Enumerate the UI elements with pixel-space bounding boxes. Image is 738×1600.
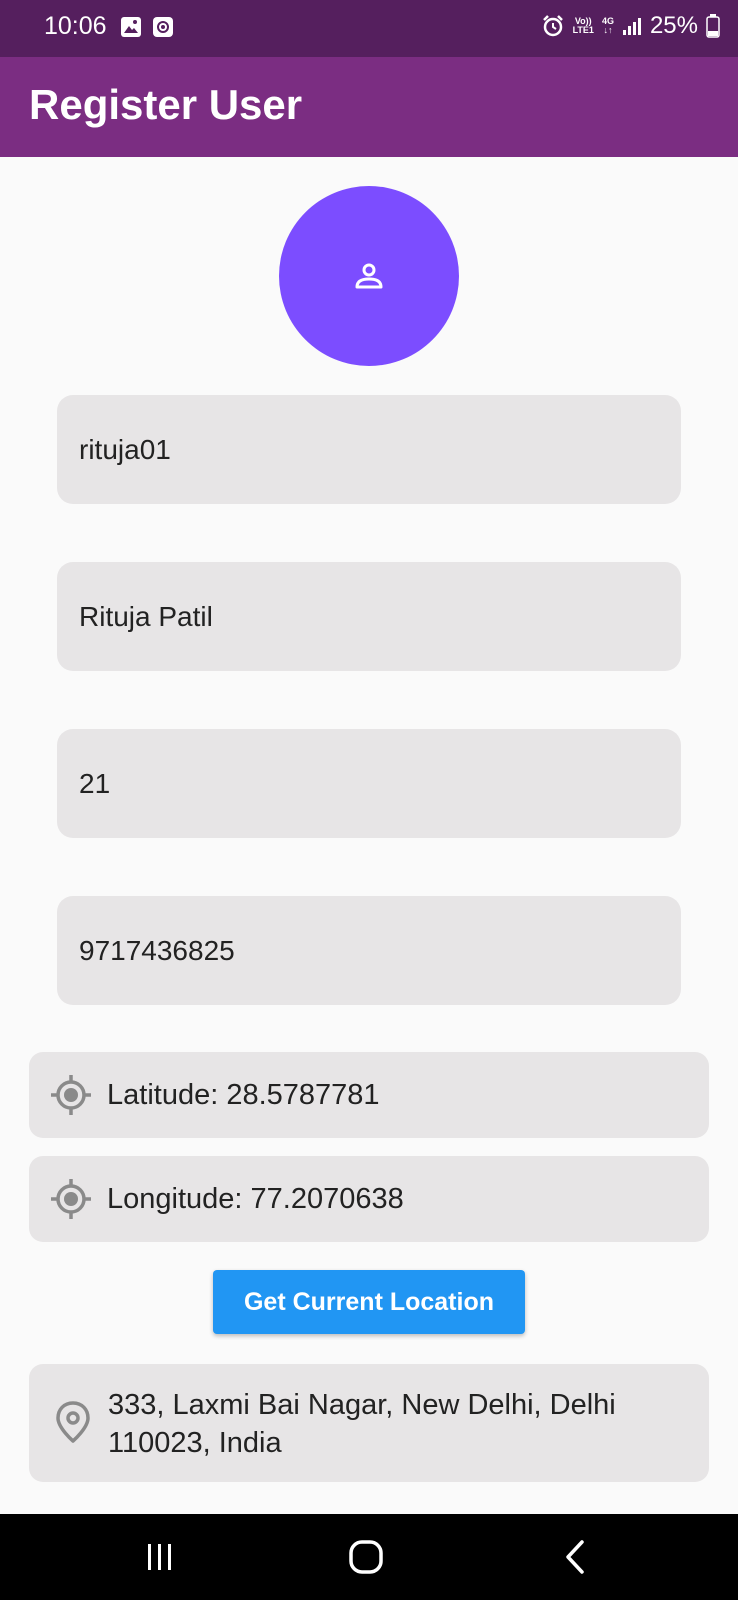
volte-icon: Vo)) LTE1 [573, 17, 594, 35]
get-current-location-button[interactable]: Get Current Location [213, 1270, 525, 1334]
signal-icon [622, 18, 641, 35]
longitude-text: Longitude: 77.2070638 [107, 1182, 404, 1215]
battery-percent: 25% [649, 12, 698, 39]
home-icon [349, 1540, 383, 1574]
status-bar: 10:06 Vo)) LTE1 4G ↓↑ 25% [0, 0, 738, 57]
phone-value: 9717436825 [79, 934, 235, 966]
location-pin-icon [56, 1401, 90, 1443]
4g-data-icon: 4G ↓↑ [602, 17, 614, 35]
latitude-card: Latitude: 28.5787781 [29, 1052, 709, 1138]
latitude-text: Latitude: 28.5787781 [107, 1078, 380, 1111]
gps-fixed-icon [51, 1075, 91, 1115]
recent-apps-button[interactable] [130, 1534, 190, 1580]
volte-bottom-text: LTE1 [572, 25, 594, 35]
address-text: 333, Laxmi Bai Nagar, New Delhi, Delhi 1… [108, 1389, 616, 1459]
get-current-location-label: Get Current Location [243, 1287, 494, 1316]
gps-fixed-icon [51, 1179, 91, 1219]
recent-apps-icon [148, 1544, 171, 1570]
system-nav-bar [0, 1514, 738, 1600]
phone-field[interactable]: 9717436825 [57, 896, 681, 1005]
status-time: 10:06 [44, 12, 107, 40]
status-notification-icons [120, 16, 174, 38]
back-icon [566, 1540, 584, 1574]
address-card: 333, Laxmi Bai Nagar, New Delhi, Delhi 1… [29, 1364, 709, 1482]
full-name-value: Rituja Patil [79, 600, 213, 632]
person-icon [355, 263, 383, 289]
alarm-icon [542, 15, 563, 37]
username-value: rituja01 [79, 433, 171, 465]
username-field[interactable]: rituja01 [57, 395, 681, 504]
avatar-button[interactable] [279, 186, 459, 366]
battery-icon [706, 14, 720, 38]
age-value: 21 [79, 767, 111, 799]
data-arrows-icon: ↓↑ [603, 25, 613, 35]
back-button[interactable] [545, 1534, 605, 1580]
image-icon [121, 17, 141, 37]
full-name-field[interactable]: Rituja Patil [57, 562, 681, 671]
home-button[interactable] [336, 1534, 396, 1580]
status-system-icons: Vo)) LTE1 4G ↓↑ 25% [541, 12, 720, 40]
age-field[interactable]: 21 [57, 729, 681, 838]
page-title: Register User [29, 81, 303, 128]
app-bar: Register User [0, 57, 738, 157]
screen-record-icon [153, 17, 173, 37]
longitude-card: Longitude: 77.2070638 [29, 1156, 709, 1242]
